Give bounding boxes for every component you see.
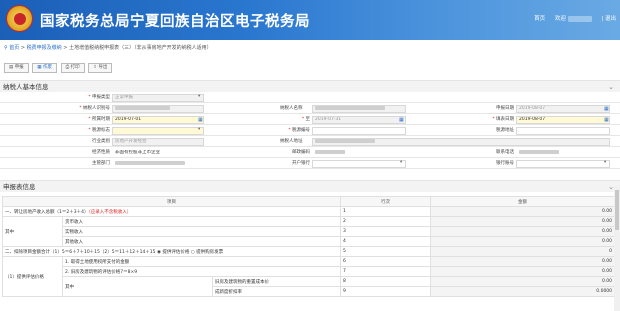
form-row-nature: 经济性质 非国有控股非上市企业 邮政编码 联系电话 — [0, 148, 620, 158]
table-row: 其中 旧房及建筑物的重置成本价 8 0.00 — [3, 276, 616, 297]
table-header-row: 项目 行次 金额 — [1, 196, 616, 207]
dropdown-arrow-icon: ▾ — [198, 94, 201, 99]
industry-field[interactable]: 房地产开发经营 — [112, 138, 204, 146]
breadcrumb-current: 土地增值税纳税申报表（三）（非从事房地产开发的纳税人适用） — [69, 45, 212, 51]
declare-button[interactable]: ▤ 申报 — [4, 63, 29, 73]
amount-cell[interactable]: 0.00 — [430, 256, 616, 267]
section-taxpayer-info[interactable]: 纳税人基本信息 ⌄ — [0, 80, 620, 92]
form-row-declare-type: 申报类型 正常申报 ▾ — [0, 93, 620, 103]
amount-cell[interactable]: 0.00 — [430, 226, 616, 237]
home-link[interactable]: 首页 — [534, 16, 545, 22]
declare-type-select[interactable]: 正常申报 — [112, 94, 204, 102]
location-icon: ⚲ — [4, 45, 8, 51]
tax-source-address-field[interactable] — [516, 127, 610, 135]
taxpayer-address-field[interactable] — [312, 138, 610, 146]
period-end-field[interactable]: 2019-07-31 — [312, 116, 406, 124]
taxpayer-id-field[interactable] — [112, 105, 204, 113]
tax-emblem-logo — [6, 5, 33, 32]
calendar-icon[interactable]: ▦ — [399, 117, 404, 123]
period-start-field[interactable]: 2019-07-01 — [112, 116, 204, 124]
table-row: 二、扣除项目金额合计（1）5＝6＋7＋10＋15（2）5＝11＋12＋14＋15… — [1, 246, 616, 257]
calendar-icon[interactable]: ▦ — [604, 106, 609, 112]
toolbar: ▤ 申报 ▦ 作废 ⎙ 打印 ⇪ 导出 — [4, 63, 114, 74]
table-row: 其他收入 4 0.00 — [3, 236, 616, 247]
amount-cell[interactable]: 0.0000 — [430, 286, 616, 297]
amount-cell: 0.00 — [430, 266, 616, 277]
dropdown-arrow-icon: ▾ — [604, 160, 607, 165]
welcome-text: 欢迎 — [555, 15, 592, 22]
tax-source-id-field[interactable] — [312, 127, 406, 135]
breadcrumb-tax-filing[interactable]: 税费申报及缴纳 — [27, 45, 62, 51]
form-row-taxpayer-id: 纳税人识别号 纳税人名称 申报日期 2019-08-07 ▦ — [0, 104, 620, 114]
form-row-dept: 主管部门 开户银行 ▾ 银行账号 ▾ — [0, 159, 620, 169]
report-table: 项目 行次 金额 一、转让房地产收入总额（1＝2＋3＋4）（应录入不含税收入） … — [1, 196, 616, 297]
table-row: 其中 货币收入 2 0.00 — [2, 216, 616, 247]
table-row: 实物收入 3 0.00 — [3, 226, 616, 237]
form-row-industry: 行业类别 房地产开发经营 纳税人地址 — [0, 137, 620, 147]
dropdown-arrow-icon: ▾ — [198, 127, 201, 132]
scrollbar-thumb[interactable] — [615, 190, 619, 230]
radio-assessed-price[interactable]: ◉ 提供评估价格 — [157, 250, 189, 255]
calendar-icon[interactable]: ▦ — [198, 117, 203, 123]
logout-link[interactable]: | 退出 — [601, 16, 616, 22]
bank-select[interactable] — [312, 160, 406, 168]
form-row-period: 所属时期 2019-07-01 ▦ 至 2019-07-31 ▦ 填表日期 20… — [0, 115, 620, 125]
site-title: 国家税务总局宁夏回族自治区电子税务局 — [40, 14, 310, 30]
dropdown-arrow-icon: ▾ — [400, 160, 403, 165]
breadcrumb-home[interactable]: 首页 — [9, 45, 19, 51]
fill-date-field[interactable]: 2019-08-07 — [516, 116, 610, 124]
tax-source-select[interactable] — [112, 127, 204, 135]
section-report-info[interactable]: 申报表信息 ⌄ — [0, 180, 620, 192]
amount-cell: 0.00 — [430, 206, 616, 217]
amount-cell[interactable]: 0.00 — [430, 236, 616, 247]
breadcrumb: ⚲ 首页 > 税费申报及缴纳 > 土地增值税纳税申报表（三）（非从事房地产开发的… — [4, 45, 212, 51]
postcode-field — [312, 149, 406, 157]
amount-cell[interactable]: 0.00 — [430, 216, 616, 227]
calendar-icon[interactable]: ▦ — [604, 117, 609, 123]
amount-cell[interactable]: 0.00 — [430, 276, 616, 287]
economic-nature-field: 非国有控股非上市企业 — [112, 149, 204, 157]
form-row-tax-source: 税源标志 ▾ 税源编号 税源地址 — [0, 126, 620, 136]
radio-invoice[interactable]: ○ 提供购房发票 — [191, 250, 223, 255]
print-button[interactable]: ⎙ 打印 — [60, 63, 85, 73]
bank-account-select[interactable] — [516, 160, 610, 168]
vertical-scrollbar[interactable] — [614, 186, 620, 311]
table-row: （1）提供评估价格 1. 取得土地使用权所支付的金额 6 0.00 — [2, 256, 616, 297]
top-nav: 首页 欢迎 | 退出 — [526, 14, 616, 22]
taxpayer-name-field[interactable] — [312, 105, 406, 113]
table-row: 一、转让房地产收入总额（1＝2＋3＋4）（应录入不含税收入） 1 0.00 — [1, 206, 616, 217]
declare-date-field[interactable]: 2019-08-07 — [516, 105, 610, 113]
department-field — [112, 160, 204, 168]
export-button[interactable]: ⇪ 导出 — [88, 63, 113, 73]
amount-cell: 0 — [430, 246, 616, 257]
app-header: 国家税务总局宁夏回族自治区电子税务局 首页 欢迎 | 退出 — [0, 0, 620, 40]
void-button[interactable]: ▦ 作废 — [32, 63, 57, 73]
chevron-down-icon[interactable]: ⌄ — [608, 81, 614, 93]
table-row: 2. 旧房及建筑物的评估价格7＝8×9 7 0.00 — [3, 266, 616, 277]
phone-field — [516, 149, 610, 157]
